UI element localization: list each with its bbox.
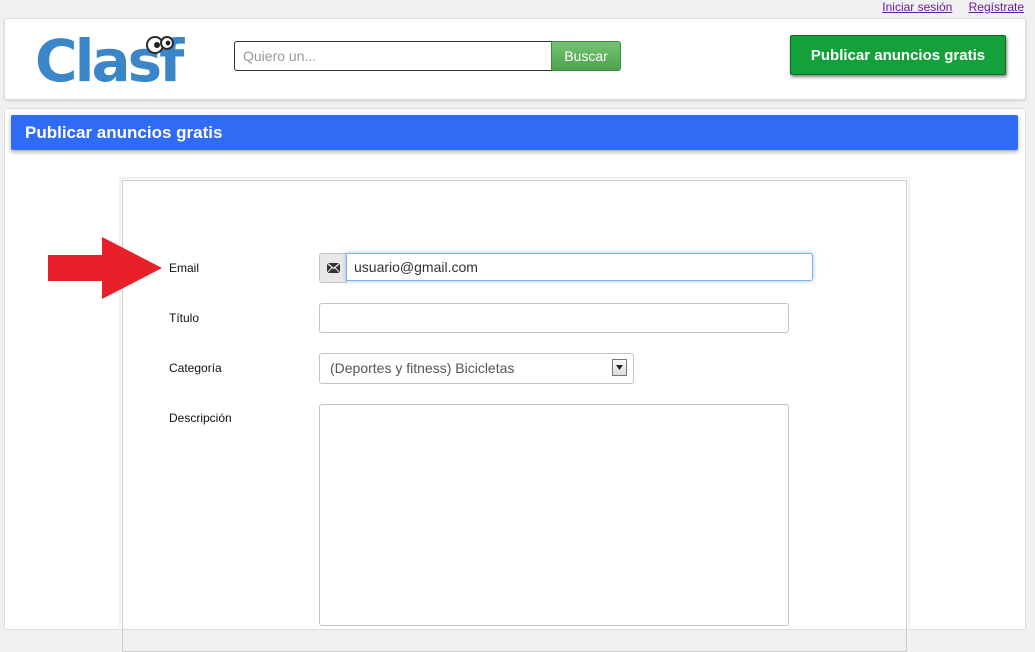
search-input[interactable] xyxy=(234,41,552,71)
login-link[interactable]: Iniciar sesión xyxy=(882,0,952,14)
page-title: Publicar anuncios gratis xyxy=(25,123,223,142)
search-button[interactable]: Buscar xyxy=(551,41,621,71)
descripcion-textarea[interactable] xyxy=(319,404,789,626)
email-input[interactable] xyxy=(346,253,813,281)
categoria-label: Categoría xyxy=(169,361,222,375)
categoria-selected-value: (Deportes y fitness) Bicicletas xyxy=(330,360,515,376)
header: Clasf Buscar Publicar anuncios gratis xyxy=(4,18,1026,100)
top-links: Iniciar sesión Regístrate xyxy=(869,0,1024,16)
categoria-select[interactable]: (Deportes y fitness) Bicicletas xyxy=(319,353,634,384)
publish-ads-button[interactable]: Publicar anuncios gratis xyxy=(790,35,1006,75)
titulo-label: Título xyxy=(169,311,200,325)
descripcion-label: Descripción xyxy=(169,411,232,425)
email-label: Email xyxy=(169,261,200,275)
chevron-down-icon[interactable] xyxy=(612,359,627,376)
register-link[interactable]: Regístrate xyxy=(969,0,1024,14)
page-title-bar: Publicar anuncios gratis xyxy=(11,115,1018,150)
logo-text: Clasf xyxy=(35,27,185,95)
envelope-icon xyxy=(319,253,347,283)
clasf-logo[interactable]: Clasf xyxy=(35,25,200,95)
red-arrow-annotation xyxy=(48,237,162,299)
titulo-input[interactable] xyxy=(319,303,789,333)
